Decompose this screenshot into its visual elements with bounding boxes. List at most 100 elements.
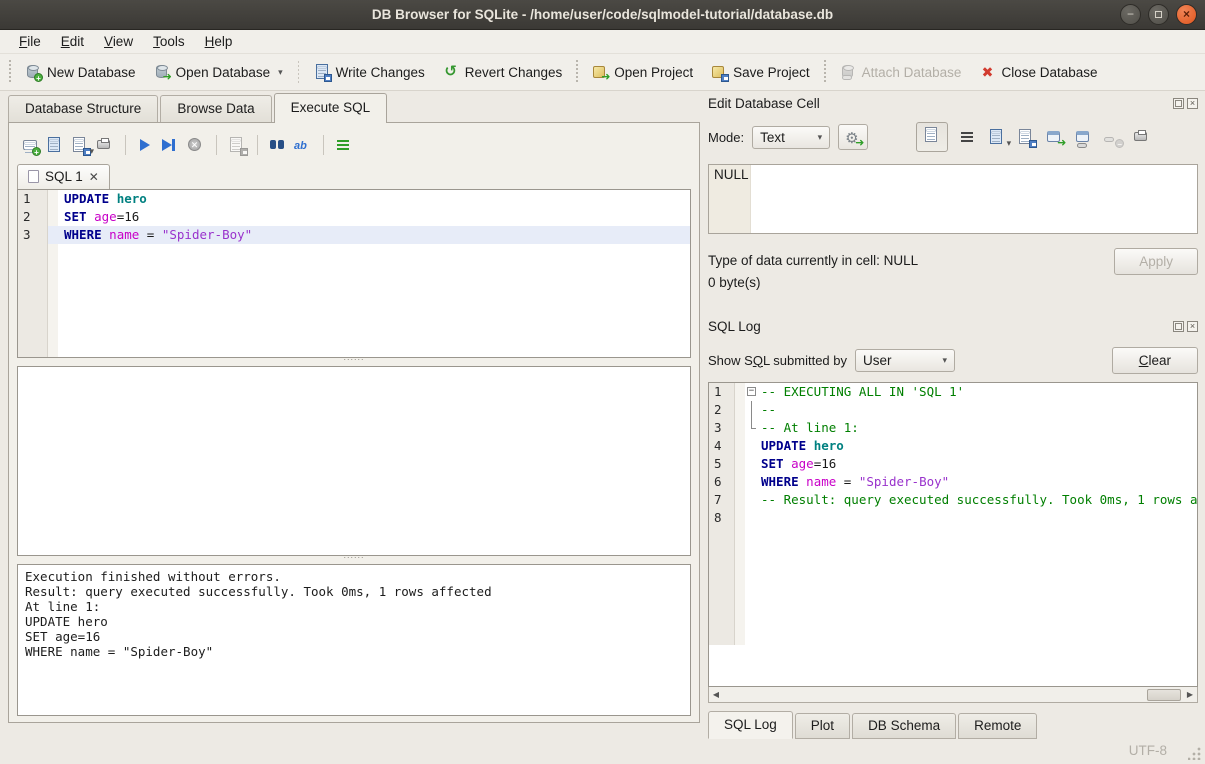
- execute-sql-panel: + ▾ ✕ ab SQL 1 ✕ 1 UP: [8, 122, 700, 723]
- open-external-icon[interactable]: ➜: [1046, 129, 1064, 146]
- scrollbar-thumb[interactable]: [1147, 689, 1181, 701]
- sql-document-tab[interactable]: SQL 1 ✕: [17, 164, 110, 189]
- auto-apply-button[interactable]: ⚙➜: [838, 124, 868, 150]
- resize-grip-icon[interactable]: [1188, 747, 1201, 760]
- tab-browse-data[interactable]: Browse Data: [160, 95, 271, 123]
- execution-message-area[interactable]: Execution finished without errors. Resul…: [17, 564, 691, 716]
- write-changes-icon: [314, 64, 330, 80]
- main-area: Database Structure Browse Data Execute S…: [8, 95, 700, 733]
- import-file-icon[interactable]: ▾: [988, 129, 1006, 146]
- horizontal-scrollbar[interactable]: ◀ ▶: [708, 687, 1198, 703]
- float-panel-icon[interactable]: [1173, 321, 1184, 332]
- fold-marker-icon[interactable]: −: [745, 383, 759, 401]
- save-results-icon[interactable]: [228, 137, 246, 154]
- clear-button[interactable]: Clear: [1112, 347, 1198, 374]
- chevron-down-icon: ▾: [278, 67, 283, 78]
- stop-icon[interactable]: ✕: [187, 137, 205, 154]
- cell-value-editor[interactable]: NULL: [708, 164, 1198, 234]
- autocomplete-icon[interactable]: ab: [294, 137, 312, 154]
- close-database-button[interactable]: ✖ Close Database: [970, 59, 1106, 85]
- edit-cell-title: Edit Database Cell: [708, 96, 820, 111]
- sql-log-title: SQL Log: [708, 319, 761, 334]
- new-database-button[interactable]: + New Database: [16, 59, 145, 85]
- close-database-icon: ✖: [979, 64, 995, 80]
- window-controls: − ×: [1120, 4, 1197, 25]
- cell-mode-row: Mode: Text ▾ ⚙➜ ▾ ➜ −: [708, 123, 1198, 151]
- window-title: DB Browser for SQLite - /home/user/code/…: [372, 7, 833, 22]
- text-mode-button[interactable]: [916, 122, 948, 152]
- results-log-splitter[interactable]: [17, 556, 691, 564]
- filter-label: Show SQL submitted by: [708, 353, 847, 368]
- save-project-button[interactable]: Save Project: [702, 59, 819, 85]
- open-project-icon: ➜: [592, 64, 608, 80]
- print-icon[interactable]: [96, 137, 114, 154]
- execute-current-line-icon[interactable]: [162, 137, 180, 154]
- save-sql-file-icon[interactable]: ▾: [71, 137, 89, 154]
- menu-view[interactable]: View: [95, 32, 142, 51]
- set-null-icon[interactable]: −: [1104, 129, 1122, 146]
- tab-database-structure[interactable]: Database Structure: [8, 95, 158, 123]
- close-panel-icon[interactable]: ×: [1187, 98, 1198, 109]
- menubar: File Edit View Tools Help: [0, 30, 1205, 54]
- execute-all-icon[interactable]: [137, 137, 155, 154]
- revert-changes-button[interactable]: ↺ Revert Changes: [434, 59, 572, 85]
- main-toolbar: + New Database ➜ Open Database ▾ Write C…: [0, 54, 1205, 91]
- main-tab-bar: Database Structure Browse Data Execute S…: [8, 95, 700, 123]
- titlebar: DB Browser for SQLite - /home/user/code/…: [0, 0, 1205, 30]
- menu-help[interactable]: Help: [196, 32, 242, 51]
- float-panel-icon[interactable]: [1173, 98, 1184, 109]
- auto-apply-gear-icon: ⚙➜: [845, 129, 861, 145]
- sql-tab-bar: SQL 1 ✕: [17, 161, 691, 189]
- menu-edit[interactable]: Edit: [52, 32, 93, 51]
- new-tab-icon[interactable]: +: [21, 137, 39, 154]
- export-file-icon[interactable]: [1017, 129, 1035, 146]
- copy-link-icon[interactable]: [1075, 129, 1093, 146]
- sql-log-view[interactable]: 1−-- EXECUTING ALL IN 'SQL 1' 2-- 3-- At…: [708, 382, 1198, 687]
- editor-results-splitter[interactable]: [17, 358, 691, 366]
- tab-execute-sql[interactable]: Execute SQL: [274, 93, 388, 123]
- open-project-button[interactable]: ➜ Open Project: [583, 59, 702, 85]
- tab-sql-log[interactable]: SQL Log: [708, 711, 793, 739]
- format-sql-icon[interactable]: [335, 137, 353, 154]
- submitted-by-select[interactable]: User ▾: [855, 349, 955, 372]
- menu-file[interactable]: File: [10, 32, 50, 51]
- mode-select[interactable]: Text ▾: [752, 126, 830, 149]
- minimize-icon[interactable]: −: [1120, 4, 1141, 25]
- save-project-icon: [711, 64, 727, 80]
- menu-tools[interactable]: Tools: [144, 32, 194, 51]
- attach-database-button[interactable]: Attach Database: [831, 59, 971, 85]
- cell-size-info: 0 byte(s): [708, 272, 1114, 294]
- print-icon[interactable]: [1133, 129, 1151, 146]
- apply-button[interactable]: Apply: [1114, 248, 1198, 275]
- database-open-icon: ➜: [154, 64, 170, 80]
- cell-null-label: NULL: [709, 165, 751, 233]
- cell-type-info: Type of data currently in cell: NULL: [708, 250, 1114, 272]
- cell-edit-icons: ▾ ➜ −: [916, 122, 1151, 152]
- results-grid[interactable]: [17, 366, 691, 556]
- sql-editor[interactable]: 1 UPDATE hero 2 SET age=16 3 WHERE name …: [17, 189, 691, 358]
- open-database-button[interactable]: ➜ Open Database ▾: [145, 59, 292, 85]
- cell-type-row: Type of data currently in cell: NULL 0 b…: [708, 250, 1198, 294]
- close-icon[interactable]: ×: [1176, 4, 1197, 25]
- encoding-indicator[interactable]: UTF-8: [1129, 743, 1167, 758]
- chevron-down-icon: ▾: [818, 132, 823, 143]
- scroll-right-icon[interactable]: ▶: [1183, 688, 1197, 702]
- sql-log-header: SQL Log ×: [708, 316, 1198, 336]
- statusbar: UTF-8: [0, 736, 1205, 764]
- close-panel-icon[interactable]: ×: [1187, 321, 1198, 332]
- dock-area: Edit Database Cell × Mode: Text ▾ ⚙➜ ▾ ➜…: [708, 93, 1198, 735]
- scroll-left-icon[interactable]: ◀: [709, 688, 723, 702]
- find-replace-icon[interactable]: [269, 137, 287, 154]
- revert-changes-icon: ↺: [443, 64, 459, 80]
- database-new-icon: +: [25, 64, 41, 80]
- close-tab-icon[interactable]: ✕: [89, 170, 99, 184]
- word-wrap-icon[interactable]: [959, 129, 977, 146]
- editor-line-current: 3 WHERE name = "Spider-Boy": [18, 226, 690, 244]
- open-sql-file-icon[interactable]: [46, 137, 64, 154]
- maximize-icon[interactable]: [1148, 4, 1169, 25]
- mode-label: Mode:: [708, 130, 744, 145]
- toolbar-drag-handle[interactable]: [7, 60, 13, 84]
- editor-line: 1 UPDATE hero: [18, 190, 690, 208]
- text-mode-icon: [923, 127, 941, 144]
- write-changes-button[interactable]: Write Changes: [305, 59, 434, 85]
